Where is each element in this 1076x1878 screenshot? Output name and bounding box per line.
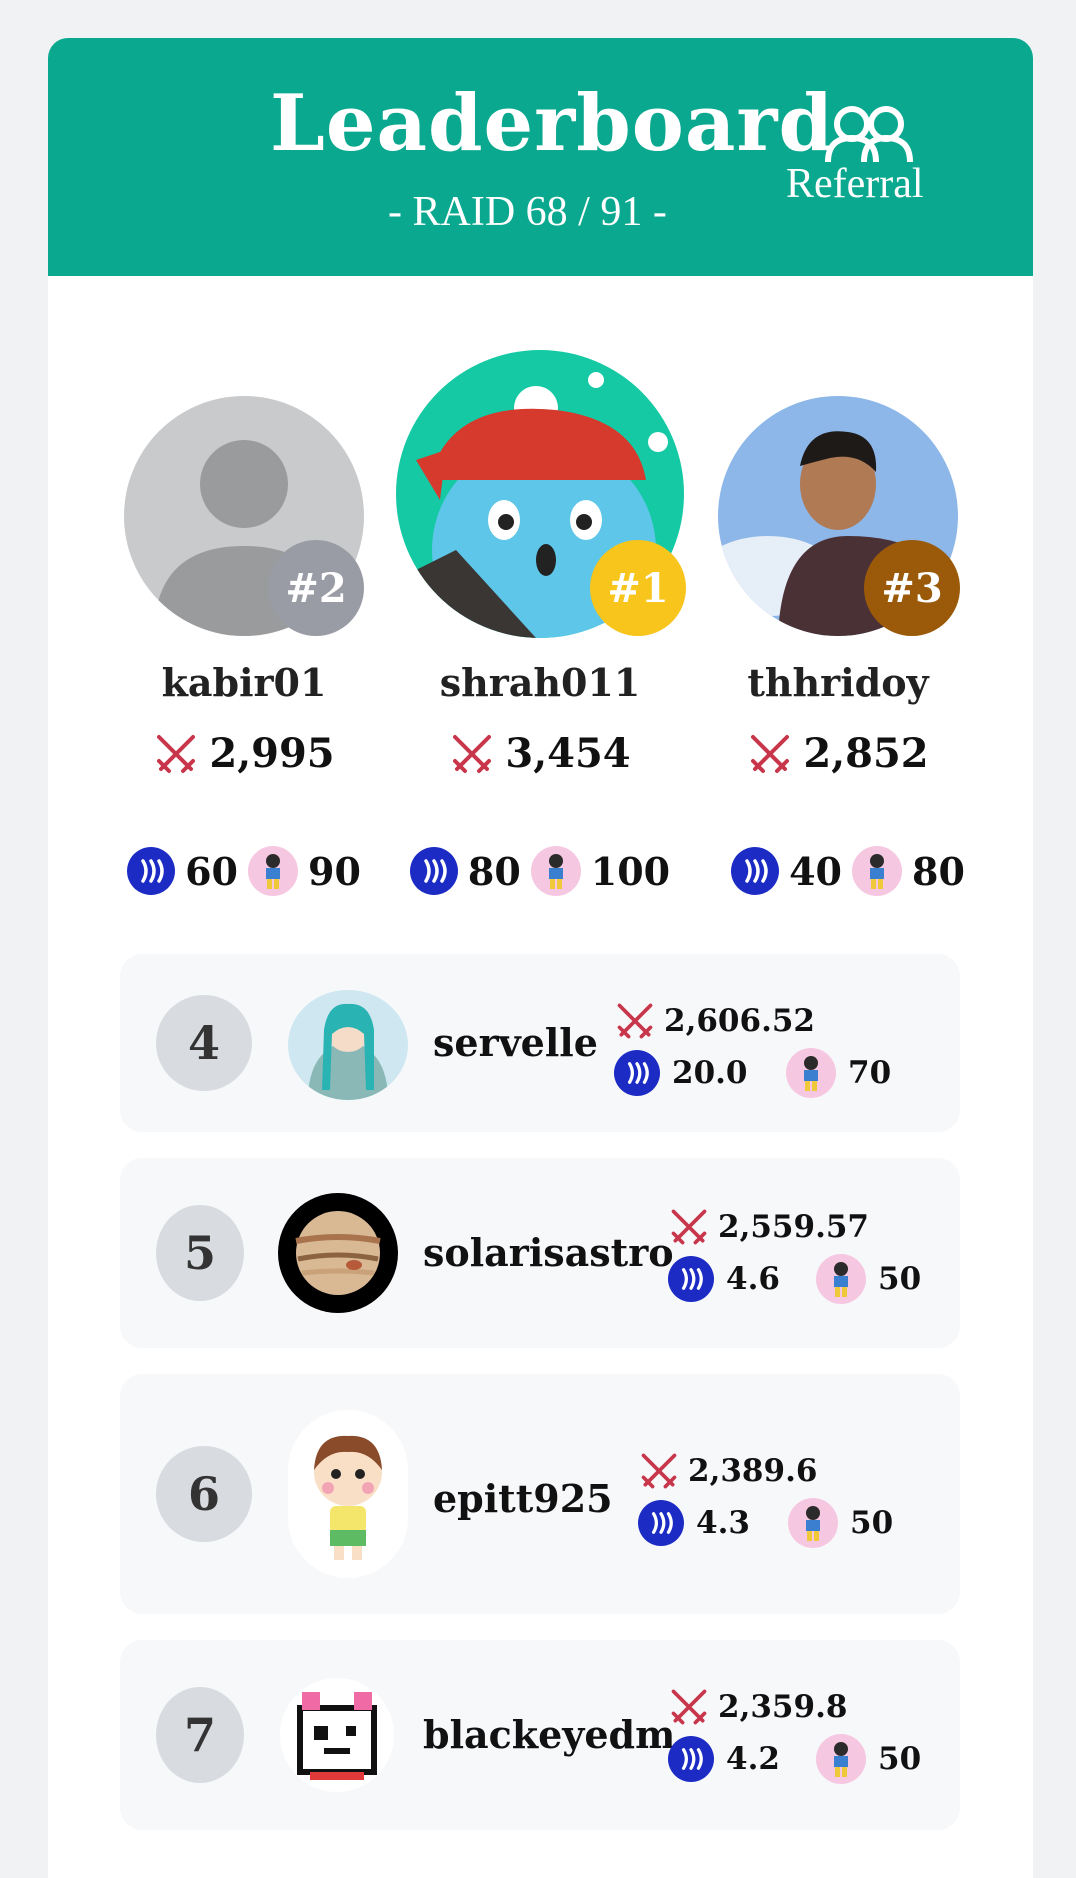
leaderboard-card: Leaderboard - RAID 68 / 91 - Referral #2… — [48, 38, 1033, 1878]
rank-badge: #1 — [590, 540, 686, 636]
rank-badge: #3 — [864, 540, 960, 636]
steem-icon — [638, 1500, 684, 1546]
player-name[interactable]: thhridoy — [688, 660, 988, 705]
character-token-icon — [248, 846, 298, 896]
avatar — [288, 1410, 408, 1578]
player-rewards: 40 80 — [688, 846, 1008, 896]
player-rewards: 80 100 — [380, 846, 700, 896]
character-token-icon — [788, 1498, 838, 1548]
avatar — [278, 1193, 398, 1313]
player-score: 2,852 — [688, 730, 988, 777]
token-value: 50 — [850, 1505, 894, 1541]
row-rank: 7 — [156, 1687, 244, 1783]
steem-value: 60 — [185, 848, 238, 894]
leaderboard-row[interactable]: 6 epitt925 2,389.6 4.3 50 — [120, 1374, 960, 1614]
token-value: 50 — [878, 1741, 922, 1777]
character-token-icon — [530, 846, 581, 896]
player-name[interactable]: blackeyedm — [423, 1712, 675, 1757]
leaderboard-header: Leaderboard - RAID 68 / 91 - Referral — [48, 38, 1033, 276]
character-token-icon — [786, 1048, 836, 1098]
player-name[interactable]: servelle — [433, 1020, 598, 1065]
crossed-swords-icon — [671, 1689, 707, 1725]
player-rewards: 4.2 50 — [668, 1734, 921, 1784]
steem-icon — [731, 847, 780, 895]
leaderboard-row[interactable]: 4 servelle 2,606.52 20.0 70 — [120, 954, 960, 1132]
player-name[interactable]: solarisastro — [423, 1230, 674, 1275]
crossed-swords-icon — [617, 1003, 653, 1039]
token-value: 50 — [878, 1261, 922, 1297]
steem-value: 4.6 — [726, 1261, 780, 1297]
token-value: 80 — [912, 848, 965, 894]
score-value: 2,852 — [803, 730, 929, 777]
player-name[interactable]: kabir01 — [94, 660, 394, 705]
player-score: 2,359.8 — [668, 1686, 847, 1728]
score-value: 2,359.8 — [718, 1689, 848, 1725]
token-value: 90 — [308, 848, 361, 894]
score-value: 2,559.57 — [718, 1209, 870, 1245]
leaderboard-row[interactable]: 5 solarisastro 2,559.57 4.6 50 — [120, 1158, 960, 1348]
character-token-icon — [852, 846, 902, 896]
steem-value: 4.2 — [726, 1741, 780, 1777]
player-rewards: 60 90 — [84, 846, 404, 896]
player-name[interactable]: shrah011 — [390, 660, 690, 705]
character-token-icon — [816, 1734, 866, 1784]
row-rank: 5 — [156, 1205, 244, 1301]
score-value: 2,606.52 — [664, 1003, 816, 1039]
planet-avatar-icon — [295, 1211, 381, 1295]
player-score: 2,559.57 — [668, 1206, 869, 1248]
player-rewards: 4.3 50 — [638, 1498, 893, 1548]
player-score: 2,995 — [94, 730, 394, 777]
steem-icon — [668, 1736, 714, 1782]
steem-icon — [127, 847, 176, 895]
score-value: 2,389.6 — [688, 1453, 818, 1489]
leaderboard-row[interactable]: 7 blackeyedm 2,359.8 4.2 50 — [120, 1640, 960, 1830]
character-token-icon — [816, 1254, 866, 1304]
player-score: 2,606.52 — [614, 1000, 815, 1042]
row-rank: 4 — [156, 995, 252, 1091]
steem-value: 40 — [789, 848, 842, 894]
steem-value: 80 — [467, 848, 521, 894]
token-value: 100 — [590, 848, 671, 894]
crossed-swords-icon — [751, 734, 790, 773]
score-value: 2,995 — [209, 730, 335, 777]
token-value: 70 — [848, 1055, 892, 1091]
row-rank: 6 — [156, 1446, 252, 1542]
crossed-swords-icon — [157, 734, 196, 773]
crossed-swords-icon — [453, 734, 492, 773]
steem-icon — [614, 1050, 660, 1096]
steem-icon — [409, 847, 458, 895]
referral-link[interactable]: Referral — [786, 160, 924, 208]
cartoon-kid-avatar-icon — [314, 1435, 382, 1560]
crossed-swords-icon — [641, 1453, 677, 1489]
score-value: 3,454 — [505, 730, 631, 777]
player-rewards: 20.0 70 — [614, 1048, 891, 1098]
player-rewards: 4.6 50 — [668, 1254, 921, 1304]
anime-avatar-icon — [308, 1003, 388, 1100]
raid-subtitle: - RAID 68 / 91 - — [388, 189, 667, 235]
steem-icon — [668, 1256, 714, 1302]
player-score: 3,454 — [390, 730, 690, 777]
player-name[interactable]: epitt925 — [433, 1476, 613, 1521]
avatar — [288, 990, 408, 1100]
crossed-swords-icon — [671, 1209, 707, 1245]
player-score: 2,389.6 — [638, 1450, 817, 1492]
users-icon[interactable] — [824, 104, 916, 164]
rank-badge: #2 — [268, 540, 364, 636]
page-title: Leaderboard — [270, 78, 835, 169]
pixel-cat-avatar-icon — [297, 1692, 377, 1780]
steem-value: 4.3 — [696, 1505, 750, 1541]
steem-value: 20.0 — [672, 1055, 748, 1091]
avatar — [280, 1678, 394, 1792]
